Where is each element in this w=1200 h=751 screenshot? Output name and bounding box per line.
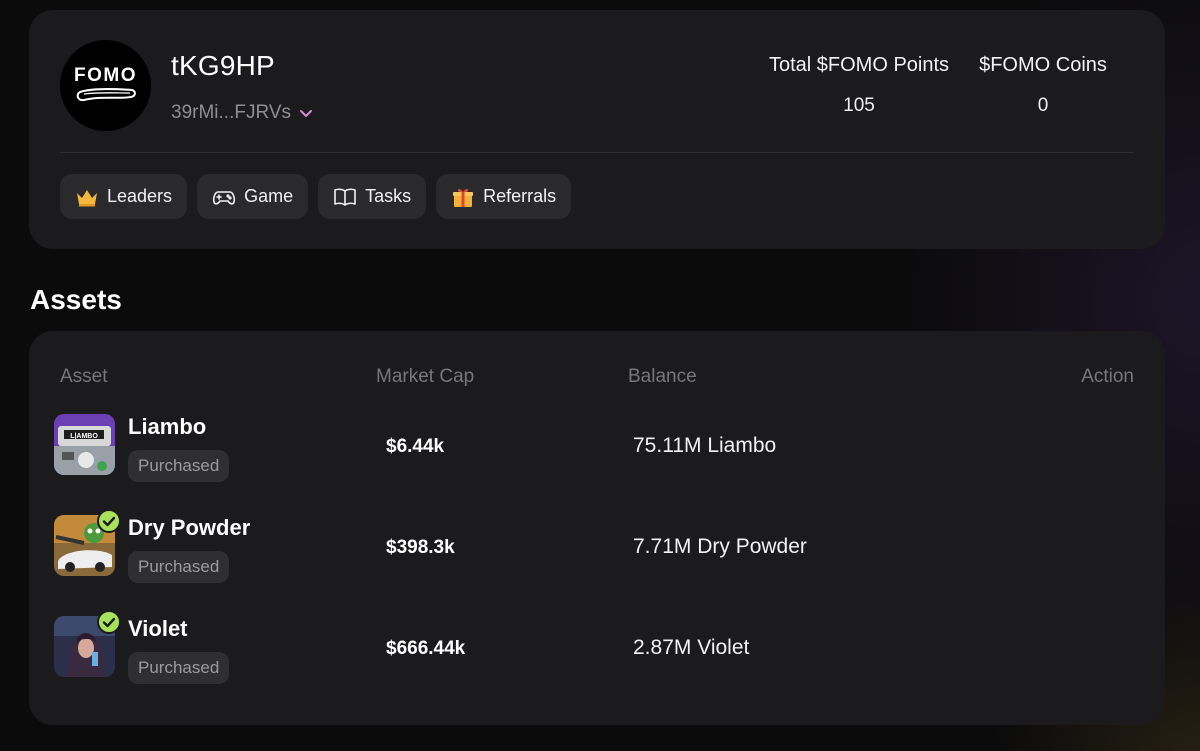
svg-text:FOMO: FOMO [74,65,137,86]
wallet-address-dropdown[interactable]: 39rMi...FJRVs [171,102,315,124]
header-asset: Asset [60,366,108,387]
market-cap: $6.44k [386,436,445,457]
referrals-button[interactable]: Referrals [436,174,572,219]
nav-label: Game [244,186,294,206]
asset-image-liambo: L|AMBO [54,414,115,475]
asset-name: Liambo [128,414,207,439]
book-icon [333,185,357,209]
table-row[interactable]: Violet Purchased $666.44k 2.87M Violet [29,610,1165,706]
stat-label: $FOMO Coins [979,54,1107,76]
chevron-down-icon [297,104,315,122]
nav-label: Tasks [365,186,412,206]
asset-name: Dry Powder [128,515,251,540]
stat-fomo-coins: $FOMO Coins 0 [972,54,1114,117]
stat-value: 105 [843,95,875,116]
leaders-button[interactable]: Leaders [60,174,188,219]
balance: 7.71M Dry Powder [633,535,807,558]
header-market-cap: Market Cap [376,366,475,387]
verified-icon [97,509,121,533]
status-badge: Purchased [128,652,230,684]
table-row[interactable]: L|AMBO Liambo Purchased $6.44k 75.11M Li… [29,414,1165,504]
assets-title: Assets [30,284,122,315]
header-balance: Balance [628,366,697,387]
gamepad-icon [212,185,236,209]
balance: 2.87M Violet [633,636,750,659]
game-button[interactable]: Game [197,174,309,219]
wallet-address: 39rMi...FJRVs [171,102,292,123]
asset-name: Violet [128,616,188,641]
crown-icon [75,185,99,209]
profile-card: FOMO tKG9HP 39rMi...FJRVs Total $FOMO Po… [29,10,1165,249]
status-badge: Purchased [128,450,230,482]
divider [60,152,1134,153]
nav-label: Leaders [107,186,173,206]
market-cap: $398.3k [386,537,455,558]
table-row[interactable]: Dry Powder Purchased $398.3k 7.71M Dry P… [29,509,1165,605]
nav-bar: Leaders Game Tasks Referrals [60,174,572,219]
stat-label: Total $FOMO Points [768,54,950,76]
tasks-button[interactable]: Tasks [318,174,427,219]
fomo-logo-avatar: FOMO [60,40,151,131]
svg-text:L|AMBO: L|AMBO [70,433,98,440]
market-cap: $666.44k [386,638,466,659]
header-action: Action [1081,366,1134,387]
stat-total-points: Total $FOMO Points 105 [760,54,958,117]
balance: 75.11M Liambo [633,434,777,457]
nav-label: Referrals [483,186,557,206]
gift-icon [451,185,475,209]
username: tKG9HP [171,50,275,81]
stat-value: 0 [1037,95,1049,116]
status-badge: Purchased [128,551,230,583]
assets-table: Asset Market Cap Balance Action L|AMBO L… [29,331,1165,725]
verified-icon [97,610,121,634]
